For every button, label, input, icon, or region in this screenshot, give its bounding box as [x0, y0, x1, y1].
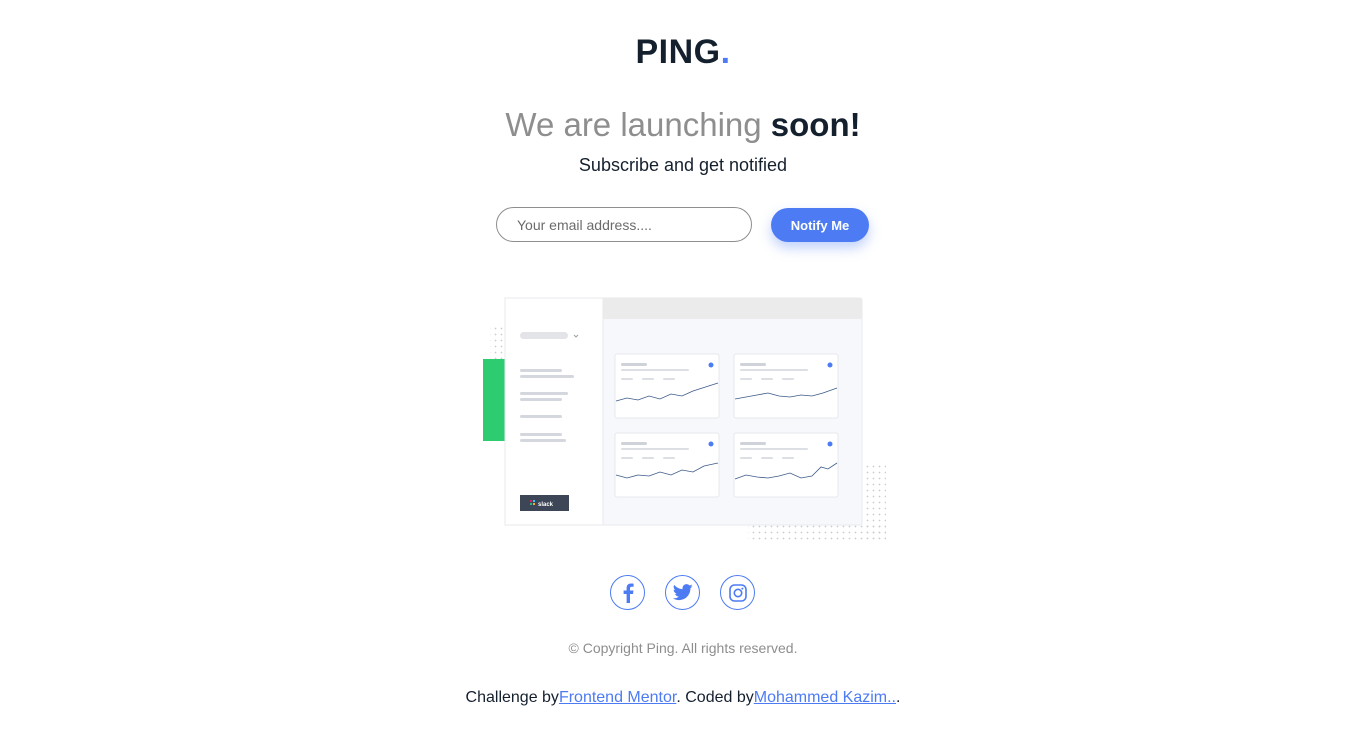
headline-light: We are launching — [505, 106, 762, 143]
challenge-prefix: Challenge by — [465, 689, 559, 706]
facebook-icon — [623, 583, 634, 603]
instagram-link[interactable] — [720, 575, 755, 610]
chart-card-3 — [614, 432, 720, 498]
page: PING. We are launching soon! Subscribe a… — [0, 0, 1366, 748]
twitter-link[interactable] — [665, 575, 700, 610]
frontend-mentor-link[interactable]: Frontend Mentor — [559, 689, 676, 706]
headline-bold: soon! — [770, 106, 861, 143]
sidebar-dropdown — [520, 332, 568, 339]
social-links — [610, 575, 758, 611]
twitter-icon — [672, 584, 693, 601]
attribution-suffix: . — [896, 689, 901, 706]
copyright-text: © Copyright Ping. All rights reserved. — [568, 640, 798, 656]
headline: We are launching soon! — [0, 106, 1366, 144]
coded-prefix: . Coded by — [676, 689, 754, 706]
notify-me-button[interactable]: Notify Me — [771, 208, 869, 242]
chart-card-2 — [733, 353, 839, 419]
slack-badge-label: slack — [538, 502, 554, 508]
dashboard-illustration: slack — [483, 297, 886, 541]
subheading: Subscribe and get notified — [578, 155, 788, 175]
attribution: Challenge byFrontend Mentor. Coded byMoh… — [0, 689, 1366, 707]
instagram-icon — [728, 583, 747, 602]
brand-dot: . — [720, 33, 731, 71]
dot-pattern-bottom — [748, 523, 886, 541]
facebook-link[interactable] — [610, 575, 645, 610]
email-input[interactable] — [496, 207, 752, 242]
brand-name: PING — [635, 33, 721, 71]
chart-card-1 — [614, 353, 720, 419]
author-link[interactable]: Mohammed Kazim.. — [754, 689, 896, 706]
chart-card-4 — [733, 432, 839, 498]
brand-logo: PING. — [0, 33, 1366, 72]
